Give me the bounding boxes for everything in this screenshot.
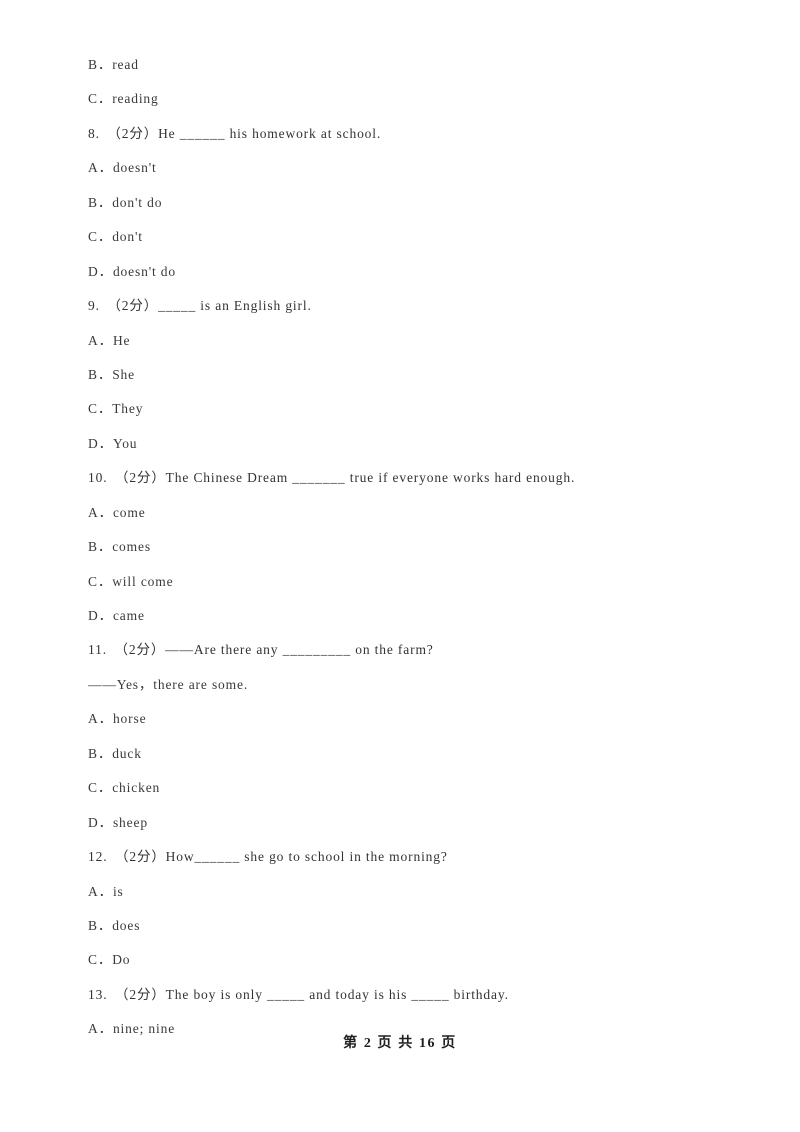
answer-option: D．doesn't do (88, 263, 177, 279)
answer-option: D．came (88, 608, 145, 623)
answer-option: C．They (88, 401, 144, 417)
question-stem-continuation: ——Yes，there are some. (88, 676, 249, 692)
question-list: B．read C．reading 8. （2分）He ______ his ho… (88, 48, 728, 1047)
answer-option: C．don't (88, 229, 143, 245)
document-page: B．read C．reading 8. （2分）He ______ his ho… (0, 0, 800, 1132)
answer-option: C．will come (88, 573, 174, 589)
answer-option: A．He (88, 332, 131, 348)
answer-option: C．reading (88, 91, 159, 107)
answer-option: D．You (88, 435, 138, 451)
question-stem: 13. （2分）The boy is only _____ and today … (88, 986, 509, 1002)
answer-option: B．does (88, 917, 141, 933)
answer-option: A．come (88, 504, 146, 520)
answer-option: B．read (88, 57, 139, 72)
answer-option: B．comes (88, 539, 151, 555)
answer-option: C．Do (88, 952, 131, 968)
answer-option: A．horse (88, 711, 147, 727)
answer-option: B．don't do (88, 194, 163, 210)
question-stem: 12. （2分）How______ she go to school in th… (88, 849, 448, 865)
answer-option: C．chicken (88, 780, 161, 796)
question-stem: 10. （2分）The Chinese Dream _______ true i… (88, 470, 576, 486)
question-stem: 8. （2分）He ______ his homework at school. (88, 125, 382, 141)
question-stem: 11. （2分）——Are there any _________ on the… (88, 642, 434, 658)
answer-option: A．doesn't (88, 160, 157, 176)
page-footer: 第 2 页 共 16 页 (343, 1036, 457, 1051)
answer-option: D．sheep (88, 814, 148, 830)
answer-option: B．duck (88, 745, 142, 761)
answer-option: A．is (88, 883, 124, 899)
answer-option: B．She (88, 366, 136, 382)
question-stem: 9. （2分）_____ is an English girl. (88, 298, 312, 314)
